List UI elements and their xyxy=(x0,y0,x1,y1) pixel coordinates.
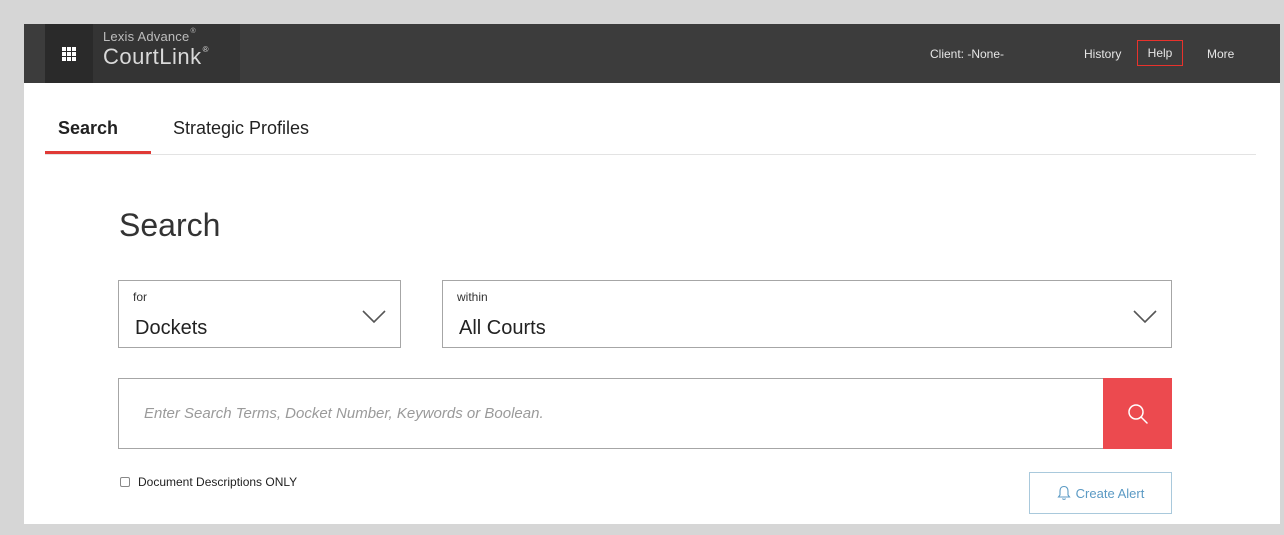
more-menu[interactable]: More xyxy=(1207,24,1234,83)
product-logo[interactable]: Lexis Advance® CourtLink® xyxy=(93,24,240,83)
history-link[interactable]: History xyxy=(1084,24,1121,83)
document-descriptions-checkbox[interactable] xyxy=(120,477,130,487)
tab-bar: Search Strategic Profiles xyxy=(45,83,1256,155)
within-dropdown-value: All Courts xyxy=(459,317,546,339)
create-alert-button[interactable]: Create Alert xyxy=(1029,472,1172,514)
document-descriptions-label: Document Descriptions ONLY xyxy=(138,475,298,489)
search-input[interactable] xyxy=(119,379,1103,448)
app-window: Lexis Advance® CourtLink® Client: -None-… xyxy=(24,24,1280,524)
within-dropdown[interactable]: within All Courts xyxy=(442,280,1172,348)
for-dropdown-value: Dockets xyxy=(135,317,208,339)
active-tab-indicator xyxy=(45,151,151,154)
top-navigation-bar: Lexis Advance® CourtLink® Client: -None-… xyxy=(24,24,1280,83)
chevron-down-icon xyxy=(1133,310,1157,324)
tab-strategic-profiles[interactable]: Strategic Profiles xyxy=(173,118,309,139)
tab-search[interactable]: Search xyxy=(58,118,118,139)
search-button[interactable] xyxy=(1103,378,1172,449)
brand-large-text: CourtLink® xyxy=(103,44,210,69)
bell-icon xyxy=(1057,485,1071,500)
search-box xyxy=(118,378,1103,449)
page-title: Search xyxy=(119,207,221,243)
within-dropdown-label: within xyxy=(457,290,488,304)
for-dropdown[interactable]: for Dockets xyxy=(118,280,401,348)
grid-icon xyxy=(62,46,76,61)
chevron-down-icon xyxy=(362,310,386,324)
for-dropdown-label: for xyxy=(133,290,148,304)
help-link[interactable]: Help xyxy=(1137,40,1183,66)
apps-menu-button[interactable] xyxy=(45,24,93,83)
document-descriptions-option[interactable]: Document Descriptions ONLY xyxy=(120,475,297,489)
client-selector[interactable]: Client: -None- xyxy=(930,24,1004,83)
search-icon xyxy=(1127,403,1148,424)
brand-small-text: Lexis Advance® xyxy=(103,28,196,44)
create-alert-label: Create Alert xyxy=(1075,485,1145,501)
